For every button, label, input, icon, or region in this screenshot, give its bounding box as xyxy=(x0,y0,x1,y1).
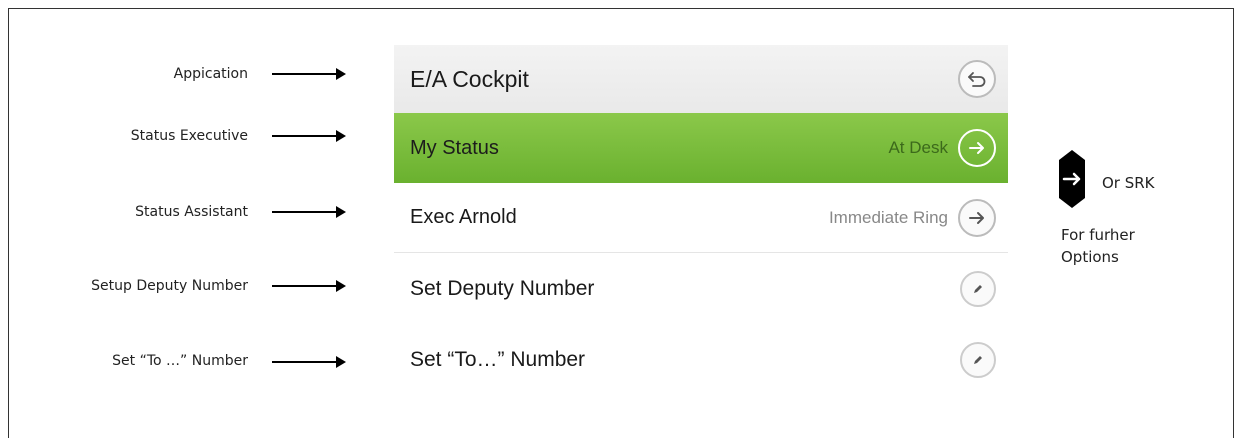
options-note-line2: Options xyxy=(1061,248,1119,266)
exec-status-row[interactable]: Exec Arnold Immediate Ring xyxy=(394,183,1008,253)
exec-title: Exec Arnold xyxy=(410,206,517,228)
options-note-line1: For furher xyxy=(1061,226,1135,244)
edit-to-number-button[interactable] xyxy=(960,342,996,378)
my-status-title: My Status xyxy=(410,136,499,159)
back-arrow-icon xyxy=(968,72,986,87)
srk-label: Or SRK xyxy=(1102,174,1155,192)
my-status-row[interactable]: My Status At Desk xyxy=(394,113,1008,183)
arrow-right-icon xyxy=(969,142,984,154)
callout-status-executive-label: Status Executive xyxy=(130,128,248,144)
callout-status-assistant-label: Status Assistant xyxy=(135,204,248,220)
callout-application-label: Appication xyxy=(173,66,248,82)
pencil-icon xyxy=(974,356,982,364)
callout-to-number-label: Set “To …” Number xyxy=(112,353,248,369)
callout-deputy-number-label: Setup Deputy Number xyxy=(91,278,248,294)
ea-cockpit-panel: E/A Cockpit My Status At Desk Exec Arnol… xyxy=(394,45,1008,405)
callout-arrow xyxy=(272,280,346,292)
exec-status-button[interactable] xyxy=(958,198,996,237)
callout-arrow xyxy=(272,356,346,368)
arrow-right-icon xyxy=(969,211,984,224)
callout-arrow xyxy=(272,68,346,80)
deputy-title: Set Deputy Number xyxy=(410,277,595,300)
deputy-number-row[interactable]: Set Deputy Number xyxy=(394,254,1008,324)
back-button[interactable] xyxy=(958,60,996,98)
to-number-title: Set “To…” Number xyxy=(410,348,586,371)
app-title: E/A Cockpit xyxy=(410,65,529,92)
to-number-row[interactable]: Set “To…” Number xyxy=(394,325,1008,395)
pencil-icon xyxy=(974,285,982,293)
callout-arrow xyxy=(272,130,346,142)
my-status-button[interactable] xyxy=(958,129,996,167)
navigation-key-icon xyxy=(1059,150,1085,208)
edit-deputy-button[interactable] xyxy=(960,271,996,307)
callout-arrow xyxy=(272,206,346,218)
app-header: E/A Cockpit xyxy=(394,45,1008,113)
my-status-value: At Desk xyxy=(888,138,948,157)
exec-status-value: Immediate Ring xyxy=(828,207,948,227)
